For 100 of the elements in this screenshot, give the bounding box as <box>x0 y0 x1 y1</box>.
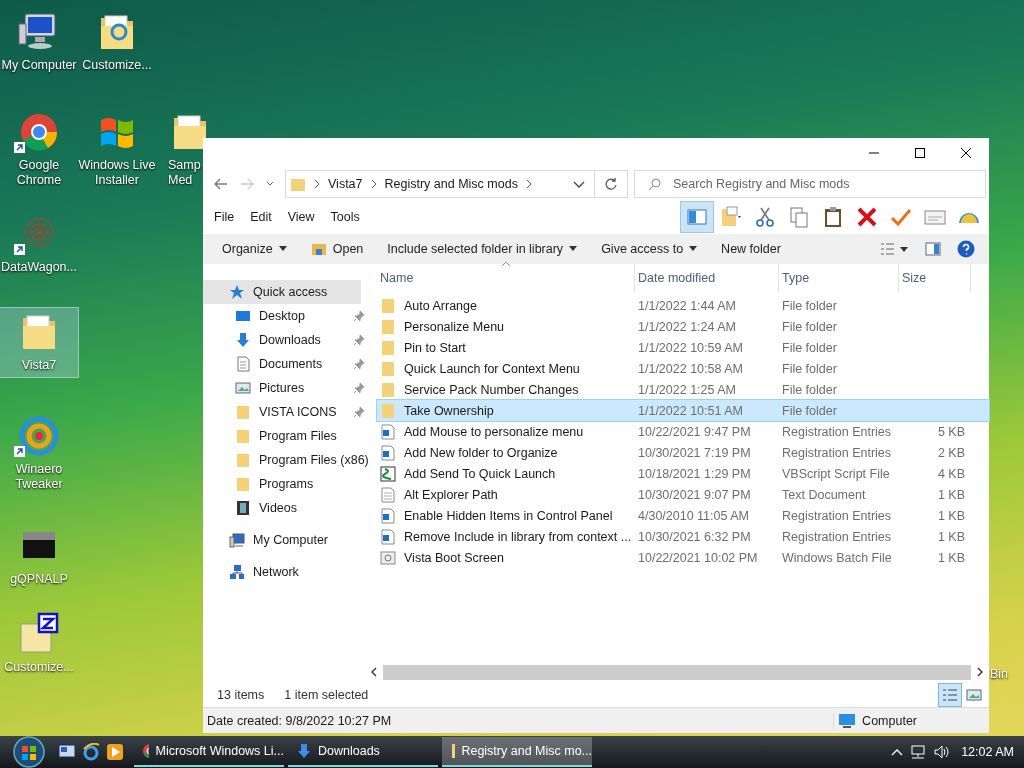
search-field[interactable]: Search Registry and Misc mods <box>634 170 986 198</box>
clock[interactable]: 12:02 AM <box>961 745 1014 759</box>
back-arrow-icon[interactable] <box>213 176 229 192</box>
refresh-button[interactable] <box>595 170 628 198</box>
file-row[interactable]: Service Pack Number Changes 1/1/2022 1:25 AM File folder <box>377 379 989 400</box>
scroll-right-icon[interactable] <box>975 667 985 677</box>
nav-item[interactable]: Videos <box>203 496 369 520</box>
help-icon[interactable] <box>957 240 975 258</box>
taskbar-button[interactable]: Registry and Misc mo... <box>442 737 592 767</box>
chevron-icon <box>370 179 377 189</box>
tray-caret-icon[interactable] <box>891 747 904 757</box>
command-button[interactable]: Include selected folder in library <box>378 238 587 260</box>
nav-item[interactable]: VISTA ICONS <box>203 400 369 424</box>
folder-icon <box>235 452 251 468</box>
menu-item[interactable]: View <box>287 210 315 224</box>
breadcrumb[interactable]: Registry and Misc mods <box>384 177 518 191</box>
size-cell: 2 KB <box>937 445 965 460</box>
nav-item[interactable]: Downloads <box>203 328 369 352</box>
nav-item[interactable]: My Computer <box>203 528 369 552</box>
file-name: Add Send To Quick Launch <box>404 466 556 481</box>
computer-icon <box>229 532 245 548</box>
desktop-icon[interactable]: DataWagon... <box>0 210 78 275</box>
breadcrumb[interactable]: Vista7 <box>328 177 363 191</box>
address-bar[interactable]: Vista7 Registry and Misc mods <box>285 170 595 198</box>
folder-icon <box>235 476 251 492</box>
folder-icon <box>290 176 306 192</box>
file-row[interactable]: Quick Launch for Context Menu 1/1/2022 10:58 AM File folder <box>377 358 989 379</box>
file-row[interactable]: Remove Include in library from context ... 10/30/2021 6:32 PM Registration Entries 1 KB <box>377 526 989 547</box>
batch-file-icon <box>380 549 396 566</box>
file-row[interactable]: Add Mouse to personalize menu 10/22/2021 9:47 PM Registration Entries 5 KB <box>377 421 989 442</box>
type-cell-text: Registration Entries <box>781 445 893 460</box>
caret-icon <box>689 246 698 252</box>
nav-item[interactable]: Network <box>203 560 369 584</box>
command-button[interactable]: New folder <box>712 238 790 260</box>
file-row[interactable]: Add Send To Quick Launch 10/18/2021 1:29 PM VBScript Script File 4 KB <box>377 463 989 484</box>
taskbar-button[interactable]: Downloads <box>288 737 438 767</box>
chrome-icon <box>142 743 150 759</box>
start-orb-icon[interactable] <box>12 735 46 768</box>
search-icon <box>648 177 662 191</box>
nav-item[interactable]: Program Files <box>203 424 369 448</box>
folder-icon <box>380 402 396 419</box>
column-header[interactable]: Size <box>899 264 971 292</box>
command-button[interactable]: Organize <box>213 238 296 260</box>
file-row[interactable]: Alt Explorer Path 10/30/2021 9:07 PM Text Document 1 KB <box>377 484 989 505</box>
type-cell-text: Windows Batch File <box>781 550 893 565</box>
file-row[interactable]: Add New folder to Organize 10/30/2021 7:19 PM Registration Entries 2 KB <box>377 442 989 463</box>
column-header[interactable]: Date modified <box>635 264 779 292</box>
menu-item[interactable]: Tools <box>330 210 360 224</box>
date-cell-text: 1/1/2022 10:51 AM <box>637 403 744 418</box>
command-button[interactable]: Give access to <box>592 238 707 260</box>
desktop-icon[interactable]: Windows Live Installer <box>78 108 156 188</box>
show-desktop-icon[interactable] <box>58 743 76 761</box>
scroll-left-icon[interactable] <box>369 667 379 677</box>
media-player-icon[interactable] <box>106 743 124 761</box>
file-row[interactable]: Auto Arrange 1/1/2022 1:44 AM File folder <box>377 295 989 316</box>
desktop-icon[interactable]: My Computer <box>0 8 78 73</box>
file-row[interactable]: Take Ownership 1/1/2022 10:51 AM File folder <box>377 400 989 421</box>
file-row[interactable]: Vista Boot Screen 10/22/2021 10:02 PM Windows Batch File 1 KB <box>377 547 989 568</box>
column-header[interactable]: Type <box>779 264 899 292</box>
date-cell-text: 4/30/2010 11:05 AM <box>637 508 750 523</box>
size-cell: 4 KB <box>937 466 965 481</box>
file-name: Personalize Menu <box>404 319 505 334</box>
desktop-icon[interactable]: Samp Med <box>168 108 204 188</box>
file-name: Alt Explorer Path <box>404 487 498 502</box>
file-row[interactable]: Personalize Menu 1/1/2022 1:24 AM File folder <box>377 316 989 337</box>
file-row[interactable]: Pin to Start 1/1/2022 10:59 AM File folder <box>377 337 989 358</box>
column-header[interactable]: Name <box>377 264 635 292</box>
date-created-text: Date created: 9/8/2022 10:27 PM <box>207 713 392 728</box>
preview-pane-icon[interactable] <box>925 241 941 257</box>
view-options-icon[interactable] <box>879 241 909 257</box>
nav-item[interactable]: Pictures <box>203 376 369 400</box>
nav-item[interactable]: Documents <box>203 352 369 376</box>
date-cell-text: 1/1/2022 1:24 AM <box>637 319 737 334</box>
file-row[interactable]: Enable Hidden Items in Control Panel 4/30/2010 11:05 AM Registration Entries 1 KB <box>377 505 989 526</box>
desktop-icon[interactable]: Customize... <box>78 8 156 73</box>
cut-icon <box>753 205 777 229</box>
command-button[interactable]: Open <box>301 237 373 261</box>
file-name: Auto Arrange <box>404 298 477 313</box>
network-icon[interactable] <box>909 744 928 760</box>
nav-item[interactable]: Desktop <box>203 304 369 328</box>
toolbar-pane-button[interactable] <box>681 202 713 232</box>
menu-item[interactable]: Edit <box>250 210 272 224</box>
desktop-icon-label: Windows Live Installer <box>78 158 156 188</box>
type-cell-text: Text Document <box>781 487 867 502</box>
type-cell-text: File folder <box>781 361 838 376</box>
scrollbar-thumb[interactable] <box>383 664 971 680</box>
nav-item[interactable]: Program Files (x86) <box>203 448 369 472</box>
taskbar-button[interactable]: Microsoft Windows Li... <box>134 737 284 767</box>
desktop-icon-label: Vista7 <box>21 358 57 373</box>
volume-icon[interactable] <box>933 744 952 760</box>
desktop-icon[interactable]: Google Chrome <box>0 108 78 188</box>
internet-explorer-icon[interactable] <box>82 743 100 761</box>
size-cell: 5 KB <box>937 424 965 439</box>
video-icon <box>235 500 251 516</box>
nav-item[interactable]: Programs <box>203 472 369 496</box>
details-view-icon <box>942 688 958 702</box>
download-icon <box>296 743 312 759</box>
folder-icon <box>235 404 251 420</box>
menu-item[interactable]: File <box>214 210 235 224</box>
nav-item[interactable]: Quick access <box>203 280 361 304</box>
